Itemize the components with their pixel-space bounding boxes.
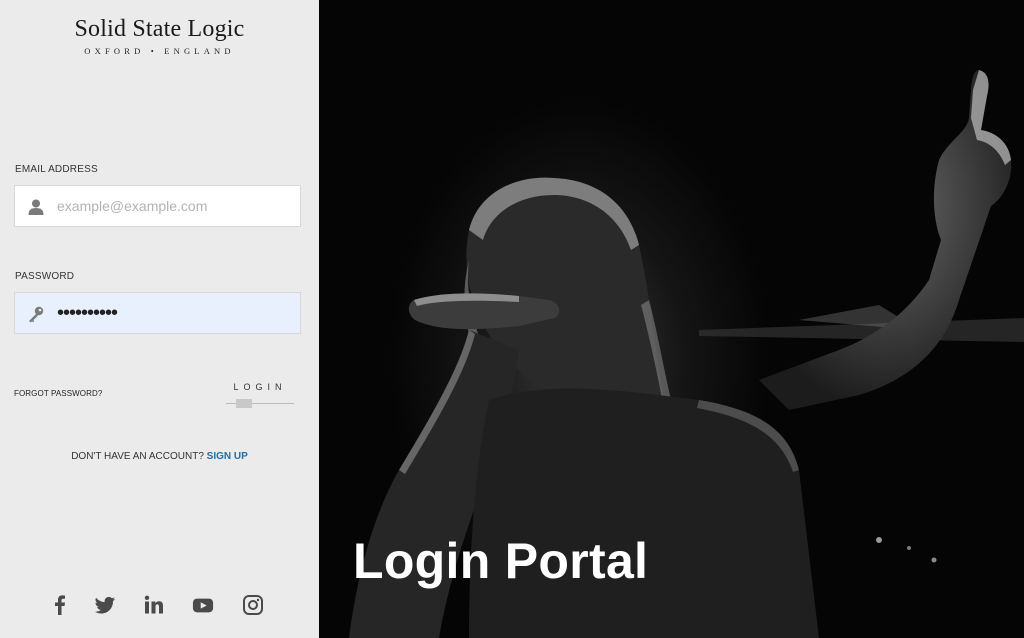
youtube-icon[interactable] [192,594,214,616]
signup-link[interactable]: SIGN UP [207,451,248,462]
login-panel: Solid State Logic OXFORD • ENGLAND EMAIL… [0,0,319,638]
brand-logo: Solid State Logic [74,16,245,42]
portal-title: Login Portal [353,533,649,589]
email-label: EMAIL ADDRESS [15,164,98,175]
instagram-icon[interactable] [242,594,264,616]
password-field-container[interactable] [14,292,301,334]
facebook-icon[interactable] [49,594,71,616]
twitter-icon[interactable] [94,594,116,616]
signup-row: DON'T HAVE AN ACCOUNT? SIGN UP [0,451,319,462]
signup-prompt: DON'T HAVE AN ACCOUNT? [71,451,204,462]
email-input[interactable] [57,186,292,226]
login-button-label: LOGIN [233,382,287,392]
login-button[interactable]: LOGIN [226,382,294,408]
user-icon [28,199,44,215]
email-field-container[interactable] [14,185,301,227]
login-slider-handle[interactable] [236,399,252,408]
password-input[interactable] [57,293,292,333]
linkedin-icon[interactable] [143,594,165,616]
forgot-password-link[interactable]: FORGOT PASSWORD? [14,389,102,398]
hero-panel: Login Portal [319,0,1024,638]
key-icon [29,306,44,323]
password-label: PASSWORD [15,271,75,282]
brand-tagline: OXFORD • ENGLAND [84,46,235,56]
